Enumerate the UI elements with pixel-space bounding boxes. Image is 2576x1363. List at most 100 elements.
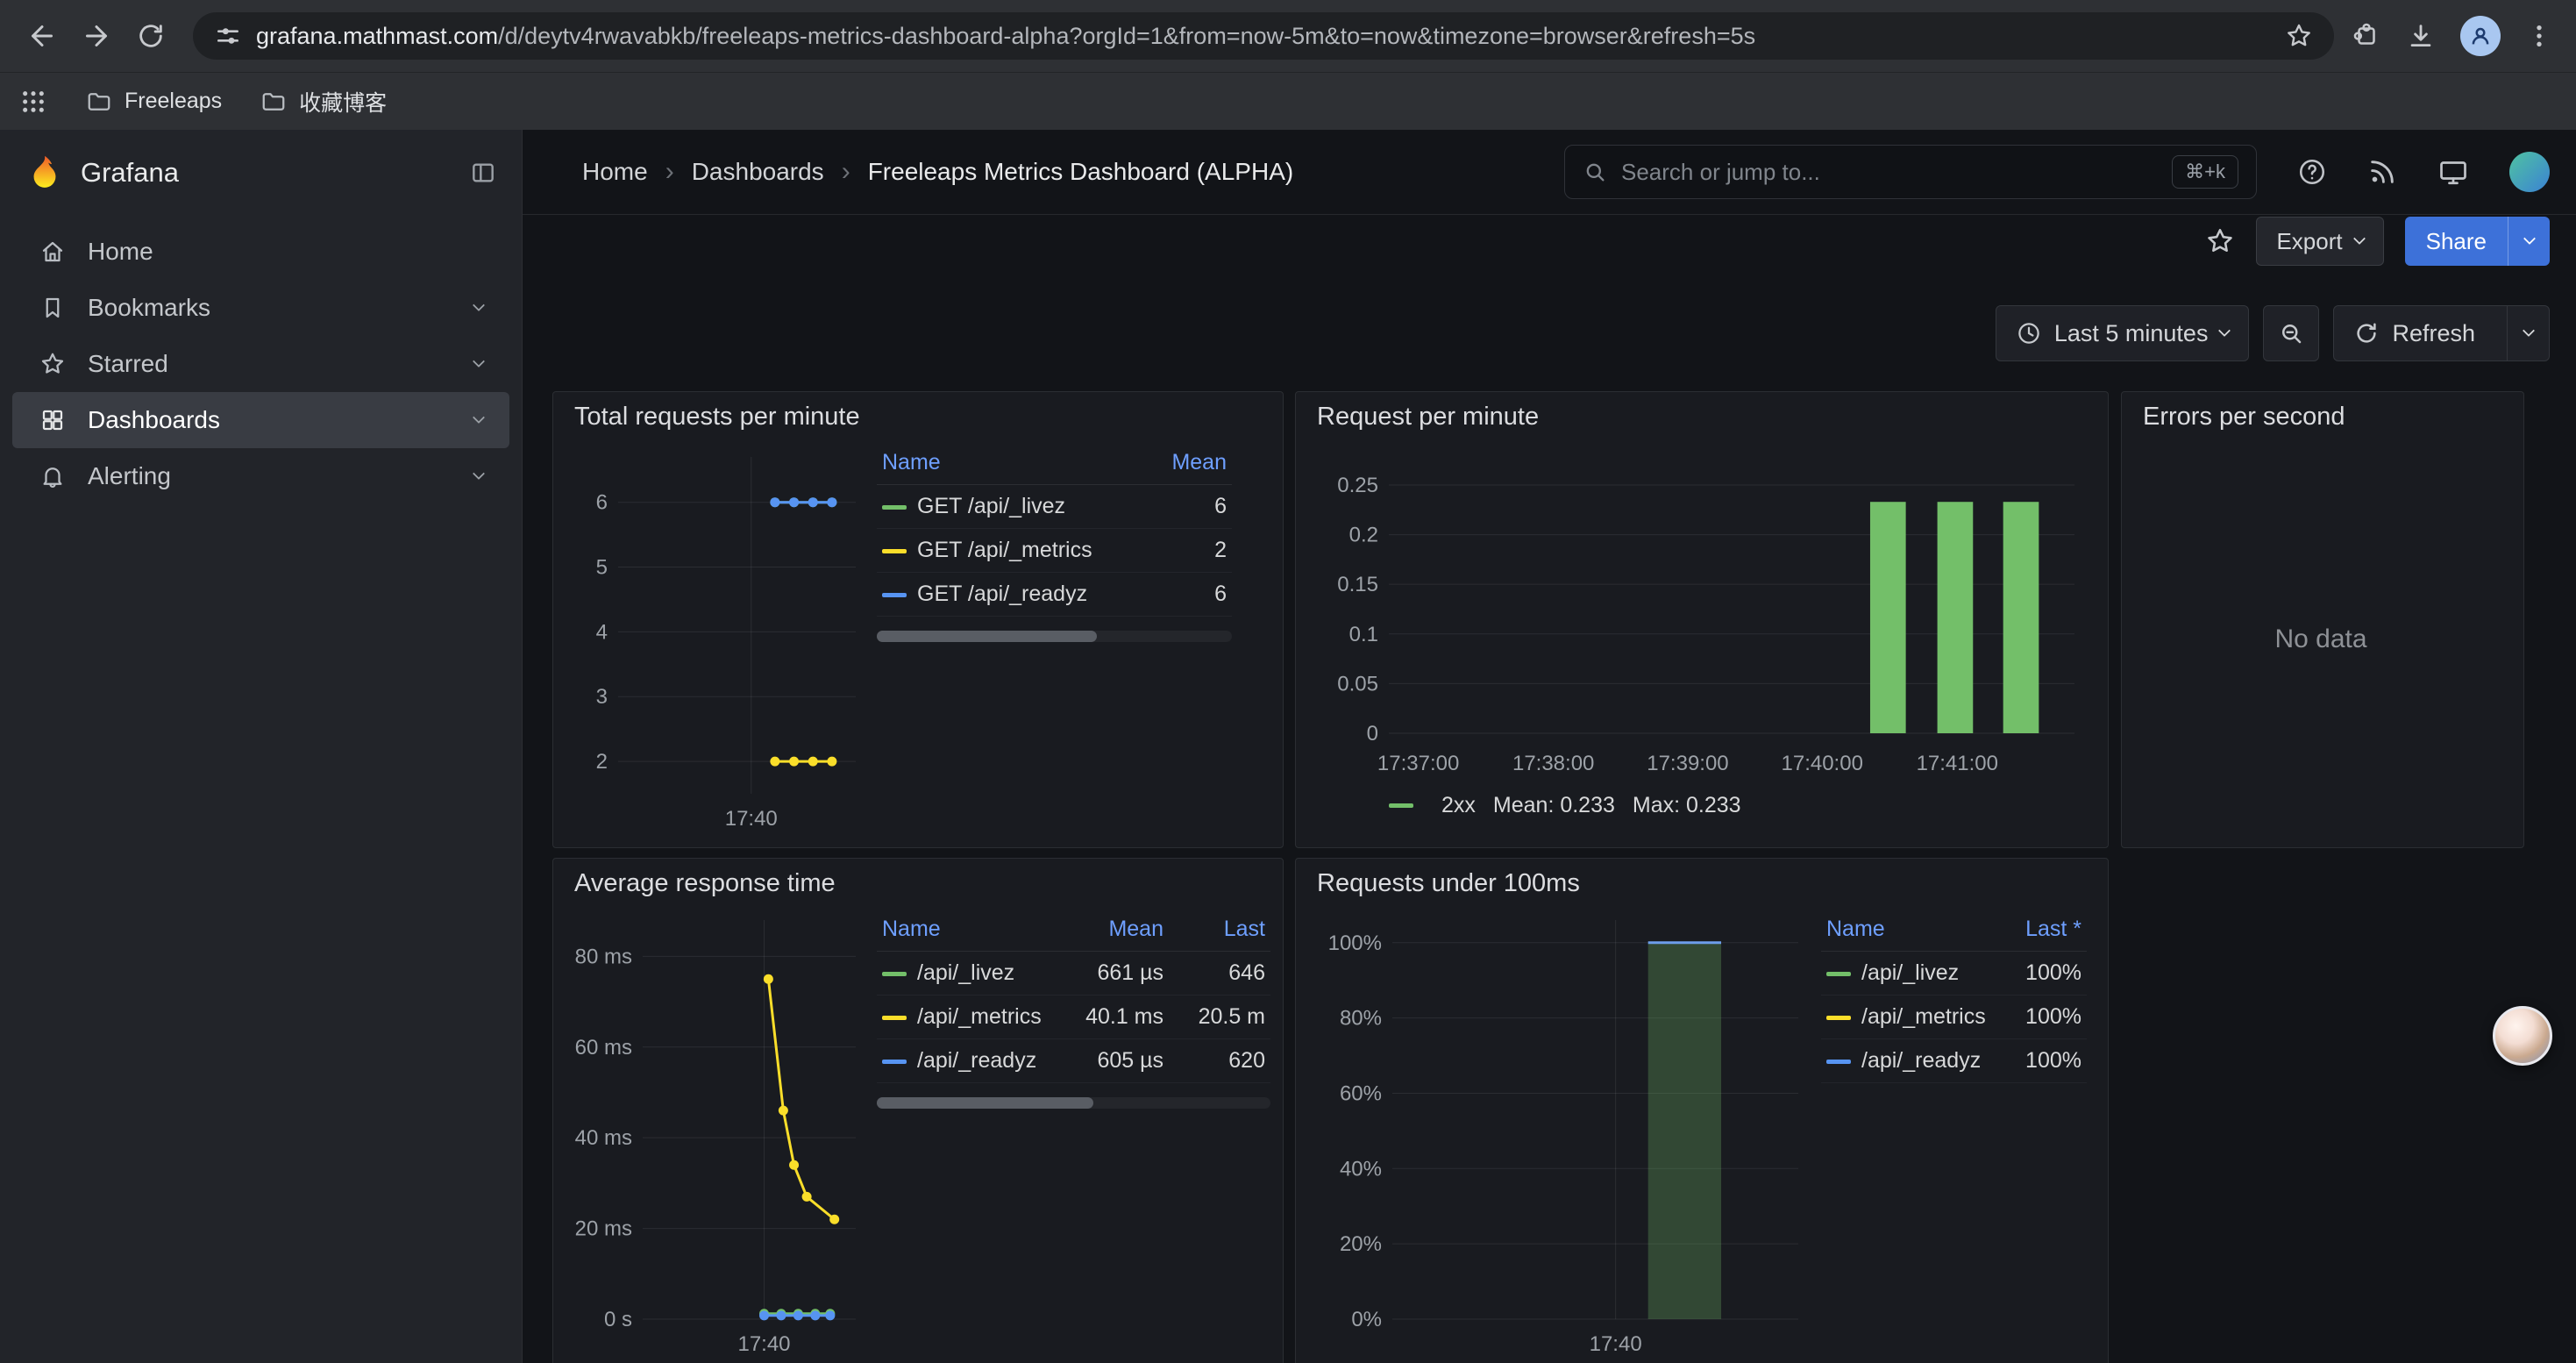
extensions-icon[interactable] <box>2352 21 2381 51</box>
panel-average-response-time: Average response time 0 s20 ms40 ms60 ms… <box>552 858 1284 1363</box>
grafana-profile-avatar[interactable] <box>2509 152 2550 192</box>
series-dash <box>882 505 907 510</box>
legend-scrollbar[interactable] <box>877 1097 1270 1109</box>
svg-text:0.2: 0.2 <box>1349 524 1378 547</box>
brand-title: Grafana <box>81 157 179 189</box>
legend-value: 100% <box>1985 1039 2087 1083</box>
refresh-button[interactable]: Refresh <box>2333 305 2550 361</box>
svg-text:2: 2 <box>596 750 608 774</box>
favorite-star-icon[interactable] <box>2205 226 2235 256</box>
svg-text:17:41:00: 17:41:00 <box>1917 752 1998 775</box>
svg-text:17:39:00: 17:39:00 <box>1647 752 1728 775</box>
downloads-icon[interactable] <box>2406 21 2436 51</box>
series-dash <box>882 1060 907 1064</box>
floating-assistant-avatar[interactable] <box>2493 1006 2552 1066</box>
dock-sidebar-icon[interactable] <box>469 159 497 187</box>
chart-total-requests[interactable]: 2345617:40 <box>562 441 865 834</box>
sidebar-item-label: Dashboards <box>88 406 220 434</box>
svg-text:80 ms: 80 ms <box>575 945 632 968</box>
browser-menu-icon[interactable] <box>2525 22 2553 50</box>
forward-button[interactable] <box>72 11 121 61</box>
bookmark-star-icon[interactable] <box>2285 22 2313 50</box>
share-menu-caret[interactable] <box>2508 217 2550 266</box>
legend-row[interactable]: /api/_livez100% <box>1821 952 2087 995</box>
reload-button[interactable] <box>126 11 175 61</box>
legend-row[interactable]: /api/_readyz100% <box>1821 1039 2087 1083</box>
dashboard-toolbar: Export Share <box>2205 217 2550 266</box>
browser-profile-avatar[interactable] <box>2460 16 2501 56</box>
legend-row[interactable]: GET /api/_readyz6 <box>877 573 1232 617</box>
legend-row[interactable]: GET /api/_livez6 <box>877 485 1232 529</box>
help-icon[interactable] <box>2297 157 2327 187</box>
legend-column-header[interactable]: Name <box>1821 908 1985 952</box>
sidebar-item-starred[interactable]: Starred <box>12 336 509 392</box>
svg-text:40 ms: 40 ms <box>575 1126 632 1150</box>
time-range-picker[interactable]: Last 5 minutes <box>1996 305 2250 361</box>
chart-request-per-minute[interactable]: 00.050.10.150.20.2517:37:0017:38:0017:39… <box>1305 441 2096 779</box>
zoom-out-button[interactable] <box>2263 305 2319 361</box>
chevron-down-icon <box>473 411 485 424</box>
share-label: Share <box>2405 217 2508 266</box>
legend-scrollbar[interactable] <box>877 631 1232 642</box>
chart-requests-under-100ms[interactable]: 0%20%40%60%80%100%17:40 <box>1305 908 1809 1359</box>
sidebar-item-dashboards[interactable]: Dashboards <box>12 392 509 448</box>
display-monitor-icon[interactable] <box>2437 156 2469 188</box>
sidebar-item-label: Bookmarks <box>88 294 210 322</box>
search-icon <box>1583 160 1607 184</box>
apps-grid-icon[interactable] <box>19 88 47 116</box>
search-placeholder: Search or jump to... <box>1621 159 1820 186</box>
panel-title[interactable]: Total requests per minute <box>553 392 1283 441</box>
share-button[interactable]: Share <box>2405 217 2550 266</box>
svg-text:60%: 60% <box>1340 1081 1382 1105</box>
grafana-logo[interactable] <box>25 153 65 193</box>
legend-series-name: /api/_readyz <box>1821 1039 1985 1083</box>
news-rss-icon[interactable] <box>2367 157 2397 187</box>
legend-total-requests[interactable]: NameMeanGET /api/_livez6GET /api/_metric… <box>865 441 1270 837</box>
legend-row[interactable]: GET /api/_metrics2 <box>877 529 1232 573</box>
panel-title[interactable]: Errors per second <box>2122 392 2523 441</box>
panel-title[interactable]: Average response time <box>553 859 1283 908</box>
export-button[interactable]: Export <box>2256 217 2383 266</box>
site-settings-icon[interactable] <box>214 22 242 50</box>
url-bar[interactable]: grafana.mathmast.com/d/deytv4rwavabkb/fr… <box>193 12 2334 60</box>
search-input[interactable]: Search or jump to... ⌘+k <box>1564 145 2257 199</box>
legend-value: 40.1 ms <box>1067 995 1169 1039</box>
legend-series-name: GET /api/_metrics <box>877 529 1130 573</box>
legend-column-header[interactable]: Name <box>877 908 1067 952</box>
bookmark-label: Freeleaps <box>125 89 222 114</box>
legend-column-header[interactable]: Name <box>877 441 1130 485</box>
sidebar-item-home[interactable]: Home <box>12 224 509 280</box>
refresh-interval-caret[interactable] <box>2507 306 2549 360</box>
sidebar-item-label: Alerting <box>88 462 171 490</box>
legend-value: 6 <box>1130 485 1232 529</box>
breadcrumb-dashboards[interactable]: Dashboards <box>692 158 824 186</box>
legend-column-header[interactable]: Mean <box>1130 441 1232 485</box>
sidebar-item-alerting[interactable]: Alerting <box>12 448 509 504</box>
legend-row[interactable]: /api/_metrics100% <box>1821 995 2087 1039</box>
legend-column-header[interactable]: Mean <box>1067 908 1169 952</box>
panel-title[interactable]: Requests under 100ms <box>1296 859 2108 908</box>
grafana-app: Grafana Home Bookmarks Starred D <box>0 130 2576 1363</box>
legend-row[interactable]: /api/_livez661 µs646 <box>877 952 1270 995</box>
legend-average-response-time[interactable]: NameMeanLast/api/_livez661 µs646/api/_me… <box>865 908 1270 1363</box>
legend-column-header[interactable]: Last * <box>1985 908 2087 952</box>
legend-series-name: GET /api/_livez <box>877 485 1130 529</box>
series-dash <box>882 593 907 597</box>
breadcrumb-home[interactable]: Home <box>582 158 648 186</box>
breadcrumb: Home Dashboards Freeleaps Metrics Dashbo… <box>582 157 1293 187</box>
legend-row[interactable]: /api/_readyz605 µs620 <box>877 1039 1270 1083</box>
legend-column-header[interactable]: Last <box>1169 908 1270 952</box>
legend-request-per-minute[interactable]: 2xx Mean: 0.233 Max: 0.233 <box>1305 793 2096 818</box>
svg-text:20 ms: 20 ms <box>575 1217 632 1241</box>
svg-text:3: 3 <box>596 685 608 709</box>
bookmark-label: 收藏博客 <box>299 86 387 118</box>
bookmark-folder-blogs[interactable]: 收藏博客 <box>260 86 387 118</box>
series-mean: Mean: 0.233 <box>1493 793 1615 818</box>
legend-row[interactable]: /api/_metrics40.1 ms20.5 m <box>877 995 1270 1039</box>
chart-average-response-time[interactable]: 0 s20 ms40 ms60 ms80 ms17:40 <box>562 908 865 1359</box>
back-button[interactable] <box>18 11 67 61</box>
legend-requests-under-100ms[interactable]: NameLast */api/_livez100%/api/_metrics10… <box>1809 908 2096 1363</box>
sidebar-item-bookmarks[interactable]: Bookmarks <box>12 280 509 336</box>
panel-title[interactable]: Request per minute <box>1296 392 2108 441</box>
bookmark-folder-freeleaps[interactable]: Freeleaps <box>86 89 222 115</box>
